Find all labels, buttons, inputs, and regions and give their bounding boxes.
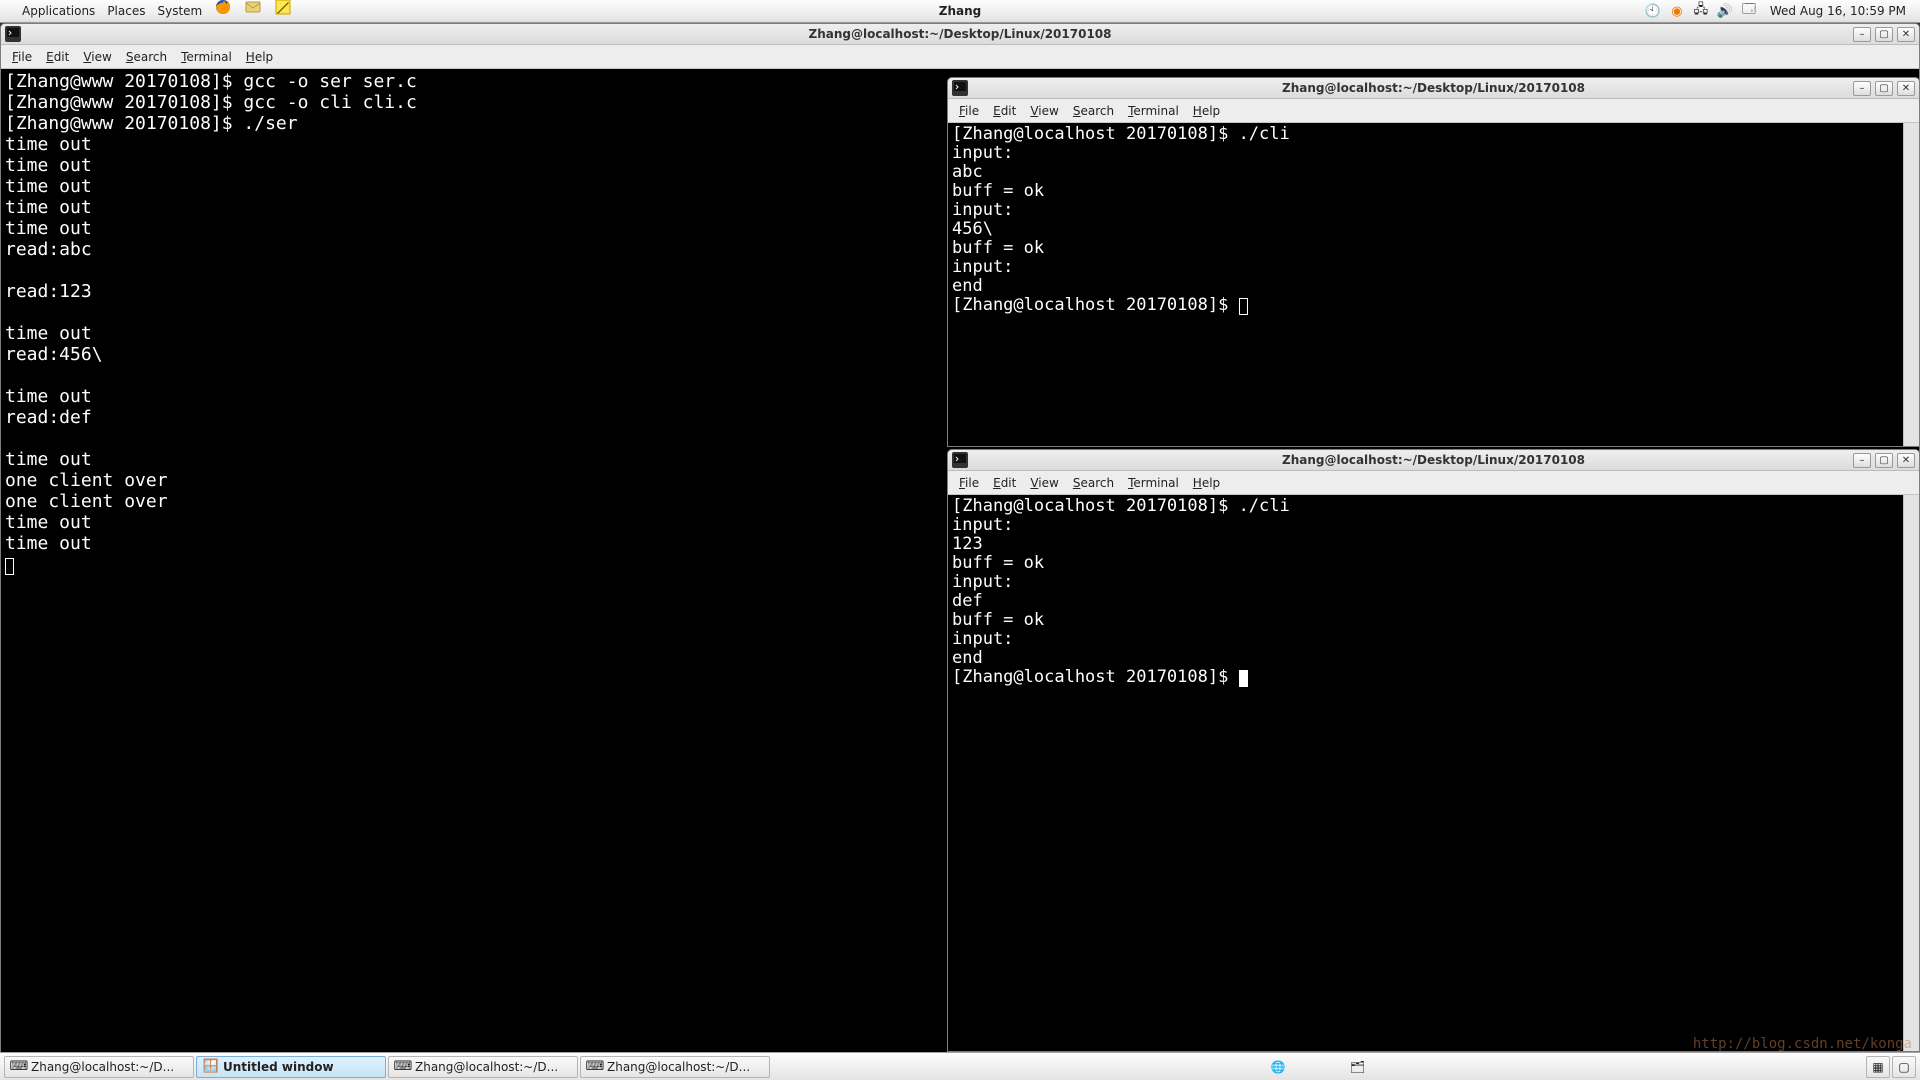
task-button[interactable]: ⌨ Zhang@localhost:~/D... (580, 1056, 770, 1078)
menu-search[interactable]: Search (119, 45, 174, 69)
trash-icon[interactable]: 🗂 (1350, 1060, 1365, 1074)
scrollbar[interactable] (1903, 495, 1919, 1051)
minimize-button[interactable]: – (1853, 81, 1871, 96)
menu-places[interactable]: Places (101, 0, 151, 23)
menu-help[interactable]: Help (1186, 471, 1227, 495)
window-icon: 🪟 (203, 1059, 219, 1075)
terminal-window-cli-1: Zhang@localhost:~/Desktop/Linux/20170108… (947, 77, 1920, 447)
menu-terminal[interactable]: Terminal (1121, 471, 1186, 495)
menu-edit[interactable]: Edit (39, 45, 76, 69)
menu-search[interactable]: Search (1066, 471, 1121, 495)
maximize-button[interactable]: ▢ (1875, 81, 1893, 96)
workspace-2[interactable]: ▢ (1892, 1056, 1916, 1078)
menu-file[interactable]: File (952, 99, 986, 123)
tray-display-icon[interactable]: 🗔 (1740, 2, 1758, 20)
menu-help[interactable]: Help (239, 45, 280, 69)
launcher-notes-icon[interactable] (268, 0, 298, 24)
window-title: Zhang@localhost:~/Desktop/Linux/20170108 (948, 453, 1919, 467)
task-button[interactable]: ⌨ Zhang@localhost:~/D... (4, 1056, 194, 1078)
task-label: Zhang@localhost:~/D... (607, 1060, 750, 1074)
close-button[interactable]: ✕ (1897, 453, 1915, 468)
menu-file[interactable]: File (5, 45, 39, 69)
terminal-window-cli-2: Zhang@localhost:~/Desktop/Linux/20170108… (947, 449, 1920, 1052)
menu-view[interactable]: View (1023, 471, 1065, 495)
menu-view[interactable]: View (76, 45, 118, 69)
task-button[interactable]: ⌨ Zhang@localhost:~/D... (388, 1056, 578, 1078)
maximize-button[interactable]: ▢ (1875, 453, 1893, 468)
terminal-output[interactable]: [Zhang@localhost 20170108]$ ./cli input:… (948, 495, 1919, 1051)
workspace-1[interactable]: ▦ (1866, 1056, 1890, 1078)
menubar: File Edit View Search Terminal Help (948, 99, 1919, 123)
redhat-icon[interactable] (4, 0, 16, 23)
window-title: Zhang@localhost:~/Desktop/Linux/20170108 (1, 27, 1919, 41)
tray-update-icon[interactable]: ◉ (1668, 2, 1686, 20)
window-titlebar[interactable]: Zhang@localhost:~/Desktop/Linux/20170108… (1, 24, 1919, 45)
terminal-icon (952, 80, 968, 96)
close-button[interactable]: ✕ (1897, 81, 1915, 96)
terminal-icon (5, 26, 21, 42)
menu-edit[interactable]: Edit (986, 471, 1023, 495)
bottom-panel: ⌨ Zhang@localhost:~/D... 🪟 Untitled window ⌨… (0, 1052, 1920, 1080)
tray-volume-icon[interactable]: 🔊 (1716, 2, 1734, 20)
scrollbar[interactable] (1903, 123, 1919, 446)
terminal-icon: ⌨ (395, 1059, 411, 1075)
show-desktop-icon[interactable]: 🌐 (1271, 1060, 1286, 1074)
menu-help[interactable]: Help (1186, 99, 1227, 123)
task-label: Untitled window (223, 1060, 334, 1074)
terminal-icon: ⌨ (587, 1059, 603, 1075)
terminal-icon: ⌨ (11, 1059, 27, 1075)
task-label: Zhang@localhost:~/D... (31, 1060, 174, 1074)
menu-terminal[interactable]: Terminal (1121, 99, 1186, 123)
menu-terminal[interactable]: Terminal (174, 45, 239, 69)
minimize-button[interactable]: – (1853, 27, 1871, 42)
close-button[interactable]: ✕ (1897, 27, 1915, 42)
top-panel: Applications Places System Zhang 🕙 ◉ 🖧 🔊… (0, 0, 1920, 23)
menubar: File Edit View Search Terminal Help (948, 471, 1919, 495)
minimize-button[interactable]: – (1853, 453, 1871, 468)
menu-edit[interactable]: Edit (986, 99, 1023, 123)
maximize-button[interactable]: ▢ (1875, 27, 1893, 42)
menubar: File Edit View Search Terminal Help (1, 45, 1919, 69)
terminal-output[interactable]: [Zhang@localhost 20170108]$ ./cli input:… (948, 123, 1919, 446)
task-label: Zhang@localhost:~/D... (415, 1060, 558, 1074)
window-title: Zhang@localhost:~/Desktop/Linux/20170108 (948, 81, 1919, 95)
launcher-mail-icon[interactable] (238, 0, 268, 24)
menu-file[interactable]: File (952, 471, 986, 495)
menu-system[interactable]: System (151, 0, 208, 23)
tray-network-icon[interactable]: 🖧 (1692, 2, 1710, 20)
launcher-firefox-icon[interactable] (208, 0, 238, 24)
menu-search[interactable]: Search (1066, 99, 1121, 123)
clock-text[interactable]: Wed Aug 16, 10:59 PM (1764, 0, 1912, 23)
terminal-icon (952, 452, 968, 468)
window-titlebar[interactable]: Zhang@localhost:~/Desktop/Linux/20170108… (948, 78, 1919, 99)
menu-view[interactable]: View (1023, 99, 1065, 123)
window-titlebar[interactable]: Zhang@localhost:~/Desktop/Linux/20170108… (948, 450, 1919, 471)
menu-applications[interactable]: Applications (16, 0, 101, 23)
clock-icon[interactable]: 🕙 (1644, 2, 1662, 20)
task-button[interactable]: 🪟 Untitled window (196, 1056, 386, 1078)
watermark-text: http://blog.csdn.net/konga (1693, 1036, 1912, 1052)
